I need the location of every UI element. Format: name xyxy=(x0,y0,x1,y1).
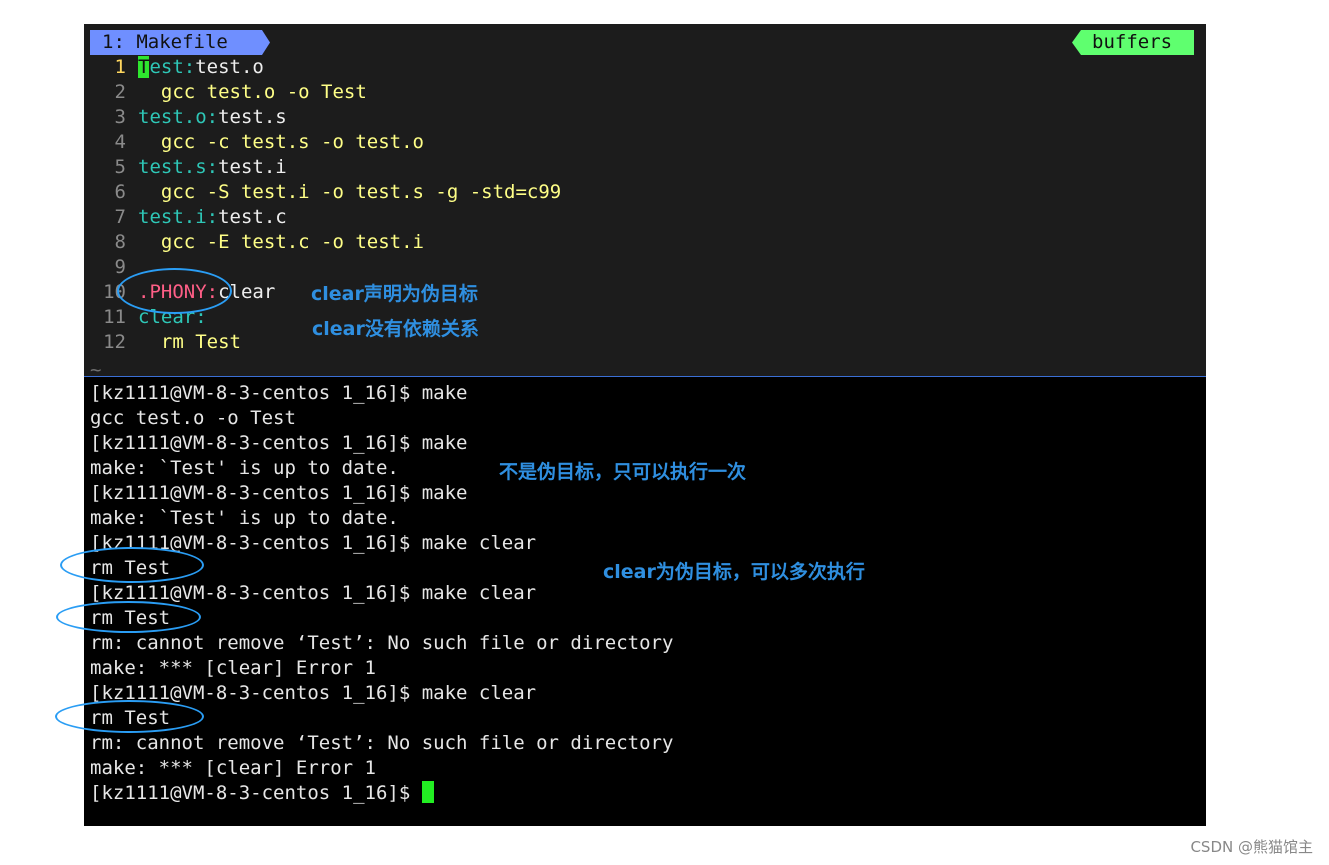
code-line[interactable]: 8 gcc -E test.c -o test.i xyxy=(84,230,424,255)
line-number: 11 xyxy=(103,306,126,328)
terminal-line-text: [kz1111@VM-8-3-centos 1_16]$ make xyxy=(90,432,468,454)
tab-makefile[interactable]: 1: Makefile xyxy=(90,30,270,55)
terminal-line-text: make: `Test' is up to date. xyxy=(90,507,399,529)
line-number: 4 xyxy=(114,131,126,153)
make-command: rm Test xyxy=(138,331,241,353)
make-dependency: test.c xyxy=(218,206,287,228)
terminal-line: rm: cannot remove ‘Test’: No such file o… xyxy=(90,731,673,756)
terminal-line-text: make: `Test' is up to date. xyxy=(90,457,399,479)
highlight-ellipse-rm-2 xyxy=(56,601,201,633)
make-target: test.s: xyxy=(138,156,219,178)
code-line[interactable]: 7 test.i:test.c xyxy=(84,205,287,230)
line-number: 5 xyxy=(114,156,126,178)
terminal-cursor xyxy=(421,781,434,803)
terminal-line: make: *** [clear] Error 1 xyxy=(90,656,376,681)
terminal-line: [kz1111@VM-8-3-centos 1_16]$ xyxy=(90,781,434,806)
vim-editor: 1: Makefile buffers 1 Test:test.o 2 gcc te… xyxy=(84,24,1206,381)
code-line[interactable]: 12 rm Test xyxy=(84,330,241,355)
annotation-no-deps: clear没有依赖关系 xyxy=(312,318,479,340)
code-line[interactable]: 1 Test:test.o xyxy=(84,55,264,80)
make-command: gcc -S test.i -o test.s -g -std=c99 xyxy=(138,181,562,203)
terminal-line-text: [kz1111@VM-8-3-centos 1_16]$ make clear xyxy=(90,582,537,604)
code-line[interactable]: 2 gcc test.o -o Test xyxy=(84,80,367,105)
line-number: 2 xyxy=(114,81,126,103)
line-number: 1 xyxy=(114,56,126,78)
terminal-line: make: `Test' is up to date. xyxy=(90,506,399,531)
watermark: CSDN @熊猫馆主 xyxy=(1190,838,1313,856)
code-line[interactable]: 4 gcc -c test.s -o test.o xyxy=(84,130,424,155)
make-target: test.i: xyxy=(138,206,219,228)
terminal-line-text: [kz1111@VM-8-3-centos 1_16]$ xyxy=(90,782,422,804)
line-number: 6 xyxy=(114,181,126,203)
terminal-line-text: make: *** [clear] Error 1 xyxy=(90,757,376,779)
buffers-indicator[interactable]: buffers xyxy=(1072,30,1194,55)
line-number: 7 xyxy=(114,206,126,228)
terminal-line: rm: cannot remove ‘Test’: No such file o… xyxy=(90,631,673,656)
make-command: gcc -E test.c -o test.i xyxy=(138,231,424,253)
terminal-line-text: [kz1111@VM-8-3-centos 1_16]$ make xyxy=(90,482,468,504)
code-line[interactable]: 3 test.o:test.s xyxy=(84,105,287,130)
line-number: 3 xyxy=(114,106,126,128)
terminal-line: gcc test.o -o Test xyxy=(90,406,296,431)
terminal-line-text: [kz1111@VM-8-3-centos 1_16]$ make xyxy=(90,382,468,404)
terminal-output[interactable]: [kz1111@VM-8-3-centos 1_16]$ make gcc tes… xyxy=(84,376,1206,826)
highlight-ellipse-phony xyxy=(117,268,232,314)
code-line[interactable]: 5 test.s:test.i xyxy=(84,155,287,180)
make-dependency: test.o xyxy=(195,56,264,78)
annotation-clear-phony: clear为伪目标，可以多次执行 xyxy=(603,561,865,583)
code-line[interactable]: 6 gcc -S test.i -o test.s -g -std=c99 xyxy=(84,180,562,205)
make-dependency: test.s xyxy=(218,106,287,128)
terminal-line: make: `Test' is up to date. xyxy=(90,456,399,481)
line-number: 8 xyxy=(114,231,126,253)
highlight-ellipse-rm-3 xyxy=(55,700,204,733)
screenshot-frame: 1: Makefile buffers 1 Test:test.o 2 gcc te… xyxy=(84,24,1206,826)
terminal-line-text: make: *** [clear] Error 1 xyxy=(90,657,376,679)
line-number: 12 xyxy=(103,331,126,353)
terminal-line: [kz1111@VM-8-3-centos 1_16]$ make xyxy=(90,481,468,506)
terminal-line-text: gcc test.o -o Test xyxy=(90,407,296,429)
annotation-phony-decl: clear声明为伪目标 xyxy=(311,283,478,305)
make-command: gcc test.o -o Test xyxy=(138,81,367,103)
terminal-line: make: *** [clear] Error 1 xyxy=(90,756,376,781)
terminal-line-text: rm: cannot remove ‘Test’: No such file o… xyxy=(90,732,674,754)
make-dependency: test.i xyxy=(218,156,287,178)
vim-tabline: 1: Makefile buffers xyxy=(84,30,1206,55)
terminal-line: [kz1111@VM-8-3-centos 1_16]$ make xyxy=(90,381,468,406)
highlight-ellipse-rm-1 xyxy=(60,547,204,583)
terminal-line: [kz1111@VM-8-3-centos 1_16]$ make xyxy=(90,431,468,456)
annotation-not-phony: 不是伪目标，只可以执行一次 xyxy=(499,461,747,483)
editor-cursor: T xyxy=(138,56,150,78)
terminal-line-text: rm: cannot remove ‘Test’: No such file o… xyxy=(90,632,674,654)
make-target: test.o: xyxy=(138,106,219,128)
make-command: gcc -c test.s -o test.o xyxy=(138,131,424,153)
make-target: est: xyxy=(149,56,196,78)
